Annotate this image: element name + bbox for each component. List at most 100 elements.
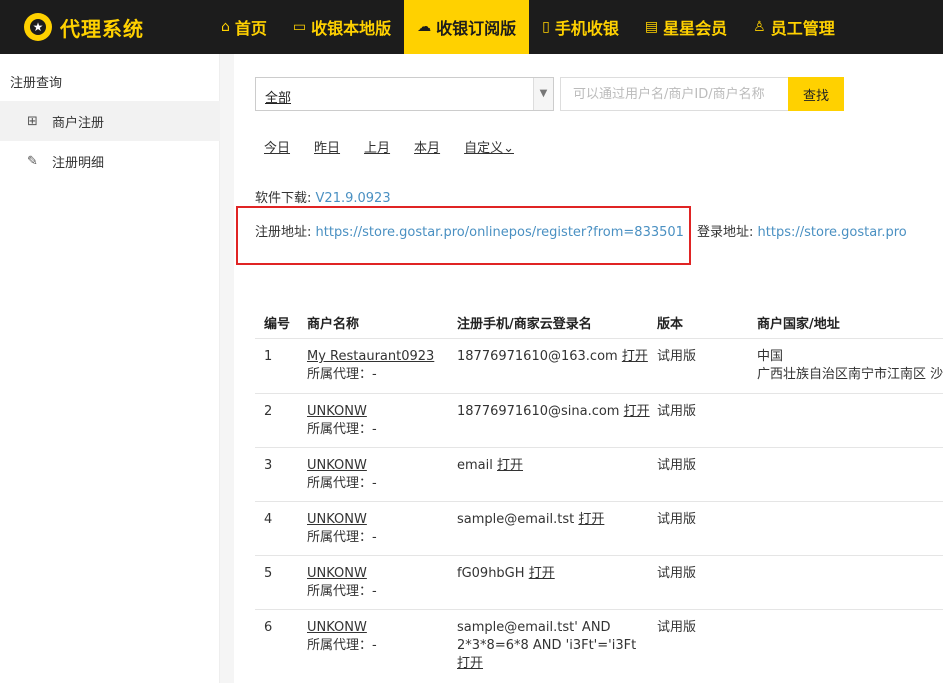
nav-home[interactable]: ⌂ 首页 (208, 0, 280, 54)
login-text: 18776971610@163.com (457, 349, 618, 364)
open-link[interactable]: 打开 (578, 512, 604, 527)
cell-version: 试用版 (657, 566, 697, 581)
register-label: 注册地址: (255, 225, 312, 240)
category-select[interactable]: 全部 ▼ (255, 77, 554, 111)
star-glyph: ★ (32, 20, 44, 34)
star-logo-icon: ★ (24, 13, 52, 41)
monitor-icon: ▭ (292, 19, 307, 35)
cell-number: 4 (264, 512, 273, 527)
search-button[interactable]: 查找 (788, 77, 844, 111)
agent-text: 所属代理：- (307, 367, 377, 382)
sidebar: 注册查询 ⊞ 商户注册 ✎ 注册明细 (0, 54, 220, 683)
date-tab-today[interactable]: 今日 (264, 137, 290, 156)
sidebar-item-register-detail[interactable]: ✎ 注册明细 (0, 141, 220, 181)
merchant-name-link[interactable]: My Restaurant0923 (307, 348, 434, 366)
app-logo[interactable]: ★ 代理系统 (24, 12, 144, 42)
merchant-table: 编号 商户名称 注册手机/商家云登录名 版本 商户国家/地址 1 My Rest… (255, 303, 943, 683)
register-url-link[interactable]: https://store.gostar.pro/onlinepos/regis… (316, 225, 684, 240)
table-row: 6 UNKONW 所属代理：- sample@email.tst' AND 2*… (255, 610, 943, 683)
main-nav: ⌂ 首页 ▭ 收银本地版 ☁ 收银订阅版 ▯ 手机收银 ▤ 星星会员 ♙ 员工管理 (208, 0, 848, 54)
header-login: 注册手机/商家云登录名 (457, 317, 592, 332)
book-icon: ▤ (644, 19, 659, 35)
merchant-name-link[interactable]: UNKONW (307, 565, 377, 583)
merchant-name-link[interactable]: UNKONW (307, 619, 377, 637)
login-text: 18776971610@sina.com (457, 404, 620, 419)
sidebar-item-label: 注册明细 (52, 155, 105, 171)
merchant-name-link[interactable]: UNKONW (307, 511, 377, 529)
table-row: 1 My Restaurant0923 所属代理：- 18776971610@1… (255, 339, 943, 394)
cell-version: 试用版 (657, 512, 697, 527)
nav-members-label: 星星会员 (663, 19, 728, 38)
cell-version: 试用版 (657, 620, 697, 635)
edit-icon: ✎ (27, 153, 38, 169)
cell-login: 18776971610@sina.com 打开 (457, 403, 650, 421)
software-download: 软件下载: V21.9.0923 (255, 187, 391, 206)
table-row: 4 UNKONW 所属代理：- sample@email.tst 打开 试用版 (255, 502, 943, 556)
header-merchant-name: 商户名称 (307, 317, 360, 332)
date-tab-last-month[interactable]: 上月 (364, 137, 390, 156)
cell-login: sample@email.tst 打开 (457, 511, 604, 529)
cell-merchant: UNKONW 所属代理：- (307, 619, 377, 655)
header-number: 编号 (264, 317, 291, 332)
address-text: 广西壮族自治区南宁市江南区 沙 (757, 367, 943, 382)
open-link[interactable]: 打开 (529, 566, 555, 581)
cell-merchant: My Restaurant0923 所属代理：- (307, 348, 434, 384)
agent-text: 所属代理：- (307, 422, 377, 437)
table-header: 编号 商户名称 注册手机/商家云登录名 版本 商户国家/地址 (255, 303, 943, 339)
cell-merchant: UNKONW 所属代理：- (307, 565, 377, 601)
cell-version: 试用版 (657, 458, 697, 473)
app-title: 代理系统 (60, 16, 144, 41)
cell-number: 1 (264, 349, 273, 364)
nav-mobile-pos[interactable]: ▯ 手机收银 (529, 0, 632, 54)
sidebar-item-merchant-register[interactable]: ⊞ 商户注册 (0, 101, 220, 141)
nav-home-label: 首页 (234, 19, 267, 38)
header-version: 版本 (657, 317, 684, 332)
cell-login: email 打开 (457, 457, 523, 475)
cell-login: 18776971610@163.com 打开 (457, 348, 648, 366)
cell-login: sample@email.tst' AND 2*3*8=6*8 AND 'i3F… (457, 619, 636, 673)
home-icon: ⌂ (221, 19, 230, 35)
nav-local-pos[interactable]: ▭ 收银本地版 (280, 0, 404, 54)
date-tab-custom[interactable]: 自定义⌄ (464, 137, 514, 156)
merchant-name-link[interactable]: UNKONW (307, 403, 377, 421)
agent-text: 所属代理：- (307, 530, 377, 545)
user-icon: ♙ (753, 19, 766, 35)
agent-text: 所属代理：- (307, 638, 377, 653)
cell-merchant: UNKONW 所属代理：- (307, 457, 377, 493)
date-tab-yesterday[interactable]: 昨日 (314, 137, 340, 156)
cell-number: 2 (264, 404, 273, 419)
register-url-line: 注册地址: https://store.gostar.pro/onlinepos… (255, 221, 684, 240)
open-link[interactable]: 打开 (622, 349, 648, 364)
nav-members[interactable]: ▤ 星星会员 (632, 0, 740, 54)
table-row: 5 UNKONW 所属代理：- fG09hbGH 打开 试用版 (255, 556, 943, 610)
date-tab-this-month[interactable]: 本月 (414, 137, 440, 156)
login-label: 登录地址: (697, 225, 754, 240)
open-link[interactable]: 打开 (457, 655, 636, 673)
nav-staff[interactable]: ♙ 员工管理 (740, 0, 848, 54)
cell-number: 6 (264, 620, 273, 635)
country-text: 中国 (757, 349, 784, 364)
sidebar-item-label: 商户注册 (52, 115, 105, 131)
nav-subscription-pos[interactable]: ☁ 收银订阅版 (404, 0, 530, 54)
sidebar-group-title: 注册查询 (10, 76, 63, 91)
agent-text: 所属代理：- (307, 476, 377, 491)
grid-icon: ⊞ (27, 113, 38, 129)
main-content: 全部 ▼ 查找 今日 昨日 上月 本月 自定义⌄ 软件下载: V21.9.092… (234, 54, 943, 683)
open-link[interactable]: 打开 (497, 458, 523, 473)
nav-local-pos-label: 收银本地版 (311, 19, 392, 38)
table-row: 3 UNKONW 所属代理：- email 打开 试用版 (255, 448, 943, 502)
nav-subscription-pos-label: 收银订阅版 (436, 19, 517, 38)
download-version-link[interactable]: V21.9.0923 (316, 191, 391, 206)
open-link[interactable]: 打开 (624, 404, 650, 419)
agent-text: 所属代理：- (307, 584, 377, 599)
cell-number: 5 (264, 566, 273, 581)
chevron-down-icon[interactable]: ▼ (533, 78, 553, 110)
login-url-link[interactable]: https://store.gostar.pro (758, 225, 907, 240)
search-input[interactable] (560, 77, 788, 111)
category-select-value: 全部 (265, 91, 292, 106)
login-text: sample@email.tst' AND (457, 620, 611, 635)
merchant-name-link[interactable]: UNKONW (307, 457, 377, 475)
cell-merchant: UNKONW 所属代理：- (307, 511, 377, 547)
nav-mobile-pos-label: 手机收银 (554, 19, 619, 38)
cell-number: 3 (264, 458, 273, 473)
